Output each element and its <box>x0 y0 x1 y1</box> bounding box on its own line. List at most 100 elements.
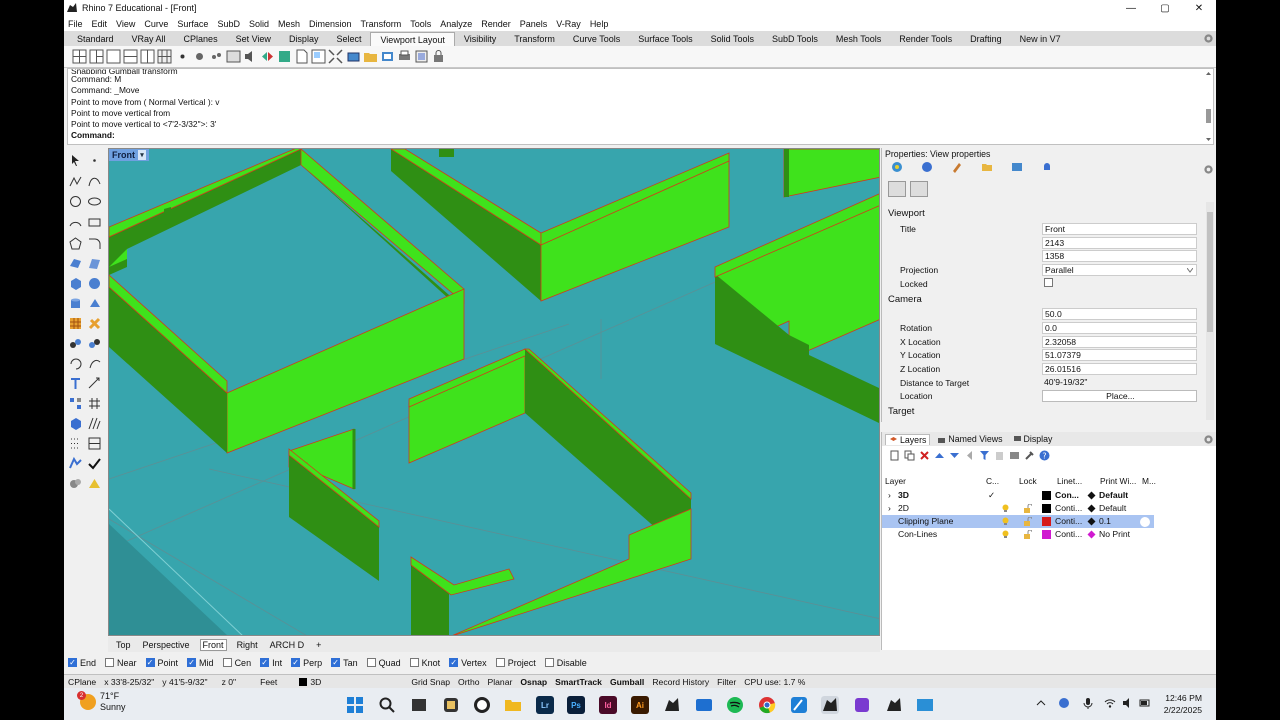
layout-icon[interactable] <box>87 436 102 451</box>
tray-network-app-icon[interactable] <box>1058 697 1070 709</box>
viewport-menu-arrow-icon[interactable]: ▾ <box>138 150 146 160</box>
curve-icon[interactable] <box>87 174 102 189</box>
select-arrow-icon[interactable] <box>68 153 83 168</box>
loft-icon[interactable] <box>87 256 102 271</box>
menu-file[interactable]: File <box>68 19 83 29</box>
column-layer[interactable]: Layer <box>885 476 906 486</box>
search-icon[interactable] <box>378 696 396 714</box>
maximize-button[interactable]: ▢ <box>1148 0 1182 16</box>
menu-help[interactable]: Help <box>590 19 609 29</box>
status-filter[interactable]: Filter <box>713 677 740 687</box>
checkmark-icon[interactable] <box>87 456 102 471</box>
prop-zloc-field[interactable]: 26.01516 <box>1042 363 1197 375</box>
unlock-icon[interactable] <box>1023 517 1032 526</box>
tab-standard[interactable]: Standard <box>68 32 123 46</box>
status-cplane[interactable]: CPlane <box>64 677 100 687</box>
osnap-quad[interactable]: Quad <box>366 658 401 668</box>
osnap-checkbox[interactable] <box>544 658 554 667</box>
front-viewport[interactable]: Front ▾ <box>108 148 880 636</box>
rectangle-icon[interactable] <box>87 215 102 230</box>
viewport-view-icon[interactable] <box>910 181 928 197</box>
close-button[interactable]: ✕ <box>1182 0 1216 16</box>
add-viewport-tab-button[interactable]: + <box>314 640 323 650</box>
column-linetype[interactable]: Linet... <box>1057 476 1082 486</box>
text-icon[interactable] <box>68 376 83 391</box>
new-page-icon[interactable] <box>294 49 309 64</box>
layer-color-swatch[interactable] <box>1042 530 1051 539</box>
tab-display-panel[interactable]: Display <box>1010 434 1056 444</box>
expand-chevron-icon[interactable]: › <box>888 490 891 500</box>
camera-view-icon[interactable] <box>888 181 906 197</box>
layer-print-width[interactable]: No Print <box>1099 529 1130 539</box>
menu-solid[interactable]: Solid <box>249 19 269 29</box>
viewport-tab-perspective[interactable]: Perspective <box>141 640 192 650</box>
outlook-icon[interactable] <box>695 696 713 714</box>
page-setup-icon[interactable] <box>414 49 429 64</box>
folder-layout-icon[interactable] <box>363 49 378 64</box>
status-grid-snap[interactable]: Grid Snap <box>407 677 454 687</box>
color-wheel-icon[interactable] <box>891 161 903 173</box>
minimize-button[interactable]: — <box>1114 0 1148 16</box>
layer-row[interactable]: › 3D ✓ Con... Default <box>882 489 1216 502</box>
layer-material-icon[interactable] <box>1140 516 1150 527</box>
print-color-diamond-icon[interactable] <box>1087 491 1096 500</box>
tab-mesh-tools[interactable]: Mesh Tools <box>827 32 890 46</box>
tab-surface-tools[interactable]: Surface Tools <box>629 32 701 46</box>
properties-scrollbar[interactable] <box>1206 202 1214 420</box>
maximize-viewport-icon[interactable] <box>226 49 241 64</box>
folder-icon[interactable] <box>981 161 993 173</box>
layer-print-width[interactable]: Default <box>1099 490 1128 500</box>
dot-group-icon[interactable] <box>192 49 207 64</box>
prop-rotation-field[interactable]: 0.0 <box>1042 322 1197 334</box>
menu-analyze[interactable]: Analyze <box>440 19 472 29</box>
tab-named-views[interactable]: Named Views <box>934 434 1005 444</box>
viewport-tab-arch-d[interactable]: ARCH D <box>268 640 307 650</box>
viewport-tab-right[interactable]: Right <box>235 640 260 650</box>
place-button[interactable]: Place... <box>1042 390 1197 402</box>
circle-icon[interactable] <box>68 194 83 209</box>
status-smarttrack[interactable]: SmartTrack <box>551 677 606 687</box>
polygon-icon[interactable] <box>68 236 83 251</box>
viewport-tab-front[interactable]: Front <box>199 638 227 651</box>
tab-curve-tools[interactable]: Curve Tools <box>564 32 629 46</box>
notes-app-icon[interactable] <box>442 696 460 714</box>
osnap-disable[interactable]: Disable <box>544 658 587 668</box>
new-sublayer-icon[interactable] <box>904 450 915 461</box>
chrome-icon[interactable] <box>758 696 776 714</box>
box-icon[interactable] <box>68 276 83 291</box>
properties-scrollbar-thumb[interactable] <box>1207 212 1213 332</box>
copy-layer-icon[interactable] <box>994 450 1005 461</box>
status-record-history[interactable]: Record History <box>648 677 713 687</box>
tools-icon[interactable] <box>1024 450 1035 461</box>
osnap-checkbox[interactable]: ✓ <box>331 658 341 667</box>
visibility-bulb-icon[interactable] <box>1001 517 1010 526</box>
extrude-icon[interactable] <box>87 296 102 311</box>
editor-app-icon[interactable] <box>790 696 808 714</box>
window-app-icon[interactable] <box>916 696 934 714</box>
array-icon[interactable] <box>68 396 83 411</box>
material-icon[interactable] <box>921 161 933 173</box>
tab-cplanes[interactable]: CPlanes <box>175 32 227 46</box>
split-horizontal-icon[interactable] <box>123 49 138 64</box>
menu-view[interactable]: View <box>116 19 135 29</box>
osnap-checkbox[interactable]: ✓ <box>145 658 155 667</box>
layer-color-swatch[interactable] <box>1042 517 1051 526</box>
boolean-icon[interactable] <box>87 316 102 331</box>
column-current[interactable]: C... <box>986 476 999 486</box>
sound-icon[interactable] <box>243 49 258 64</box>
detail-view-icon[interactable] <box>311 49 326 64</box>
tab-render-tools[interactable]: Render Tools <box>890 32 961 46</box>
viewport-scene[interactable] <box>109 149 880 636</box>
rotate-icon[interactable] <box>68 356 83 371</box>
single-viewport-icon[interactable] <box>106 49 121 64</box>
menu-edit[interactable]: Edit <box>92 19 108 29</box>
prop-width-field[interactable]: 2143 <box>1042 237 1197 249</box>
delete-layer-icon[interactable] <box>919 450 930 461</box>
layer-color-swatch[interactable] <box>1042 504 1051 513</box>
tab-new-in-v7[interactable]: New in V7 <box>1011 32 1070 46</box>
filter-icon[interactable] <box>979 450 990 461</box>
status-current-layer[interactable]: 3D <box>295 677 407 687</box>
snap-grid-icon[interactable] <box>87 396 102 411</box>
menu-transform[interactable]: Transform <box>361 19 402 29</box>
arc-icon[interactable] <box>68 215 83 230</box>
